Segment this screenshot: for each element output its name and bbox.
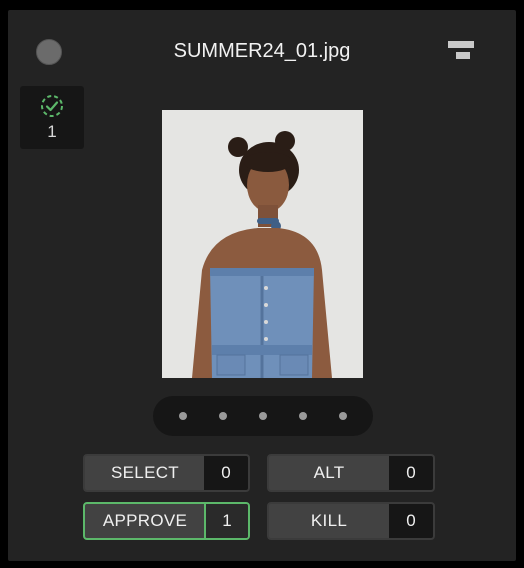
image-pager (153, 396, 373, 436)
approval-count: 1 (47, 122, 57, 141)
select-label: SELECT (111, 463, 179, 482)
kill-label: KILL (310, 511, 348, 530)
alt-label: ALT (313, 463, 345, 482)
pager-dot[interactable] (339, 412, 347, 420)
review-panel: SUMMER24_01.jpg 1 SELECT 0 ALT 0 APPROVE… (8, 10, 516, 561)
pager-dot[interactable] (299, 412, 307, 420)
kill-button[interactable]: KILL 0 (267, 502, 435, 540)
pager-dot[interactable] (179, 412, 187, 420)
product-photo[interactable] (162, 110, 363, 378)
approve-button[interactable]: APPROVE 1 (83, 502, 250, 540)
stack-menu-icon[interactable] (444, 40, 476, 64)
alt-button[interactable]: ALT 0 (267, 454, 435, 492)
pager-dot[interactable] (259, 412, 267, 420)
select-button[interactable]: SELECT 0 (83, 454, 250, 492)
pager-dot[interactable] (219, 412, 227, 420)
approval-badge[interactable]: 1 (20, 86, 84, 149)
file-name: SUMMER24_01.jpg (173, 40, 351, 62)
approve-count: 1 (204, 504, 248, 538)
dashed-check-circle-icon (41, 95, 63, 117)
status-circle-icon[interactable] (36, 39, 62, 65)
alt-count: 0 (389, 456, 433, 490)
approve-label: APPROVE (102, 511, 188, 530)
kill-count: 0 (389, 504, 433, 538)
select-count: 0 (204, 456, 248, 490)
